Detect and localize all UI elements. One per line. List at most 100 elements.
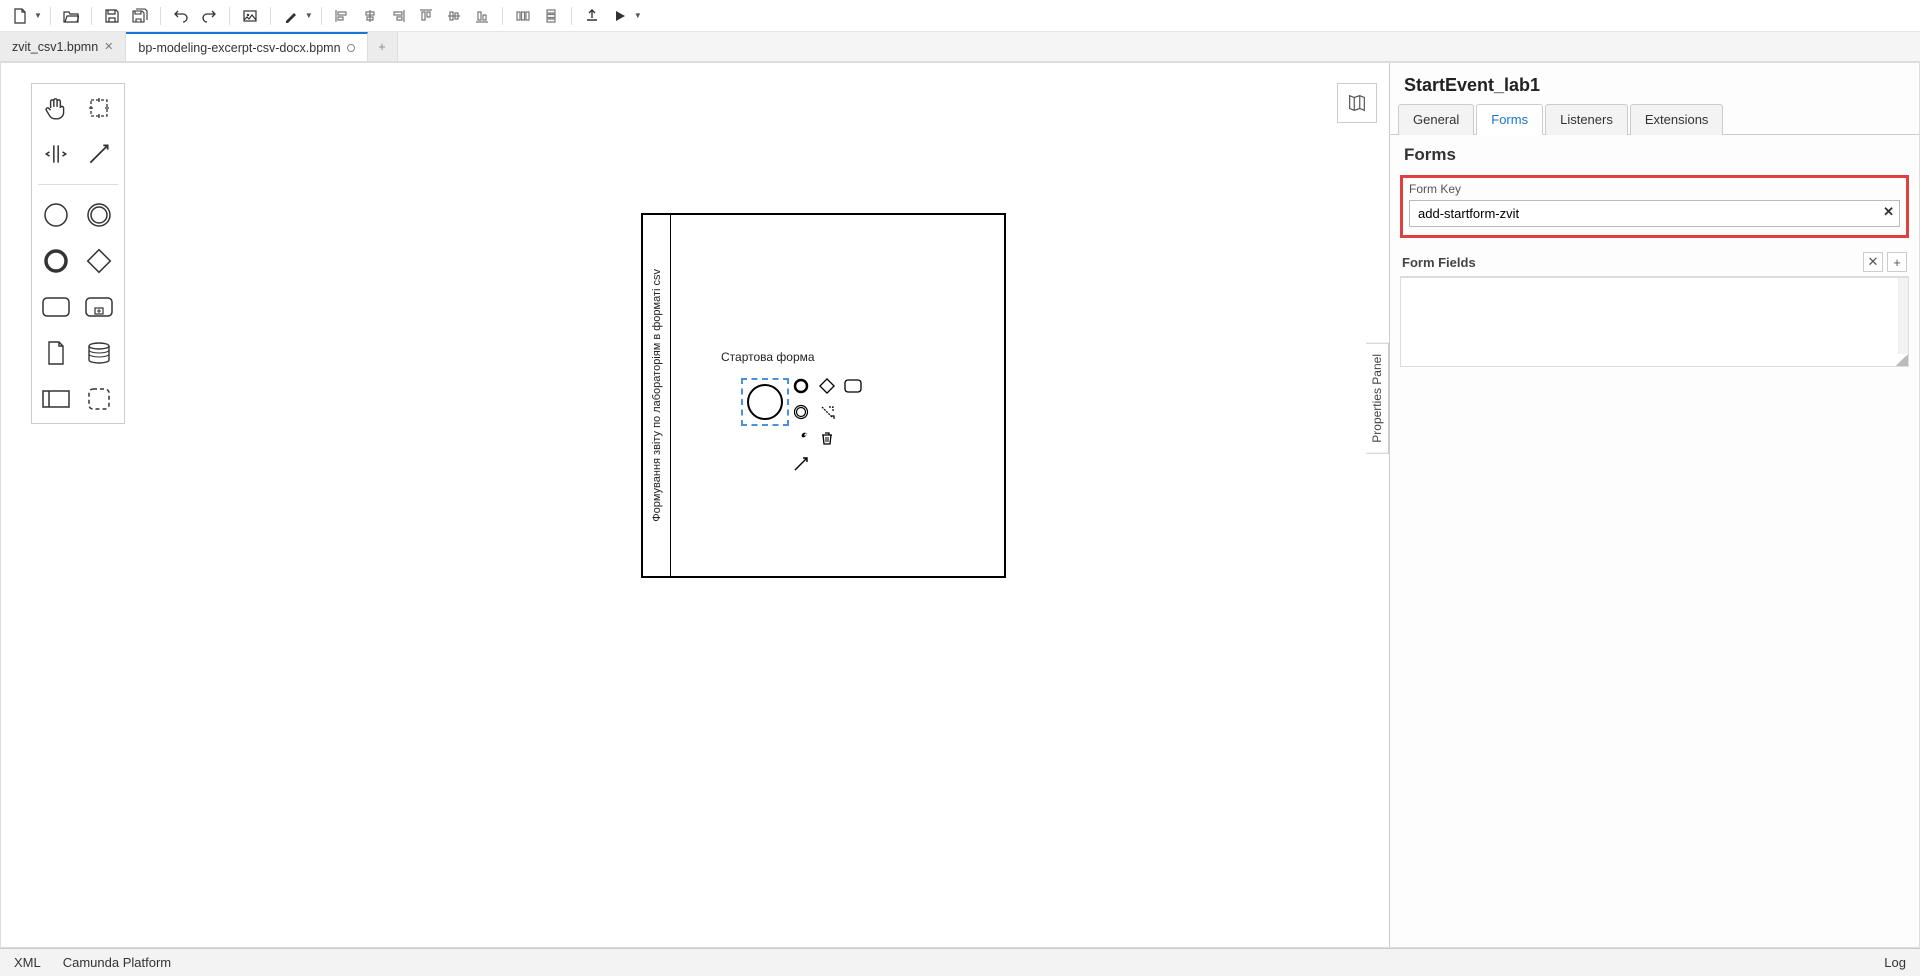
clear-icon[interactable]: ✕	[1883, 204, 1894, 220]
undo-button[interactable]	[169, 4, 193, 28]
tab-label: bp-modeling-excerpt-csv-docx.bpmn	[138, 41, 340, 55]
dirty-indicator-icon	[347, 44, 355, 52]
context-append-gateway[interactable]	[817, 376, 837, 396]
tabs-bar: zvit_csv1.bpmn ✕ bp-modeling-excerpt-csv…	[0, 32, 1920, 62]
align-center-h-button[interactable]	[358, 4, 382, 28]
toolbar-separator	[91, 7, 92, 25]
context-wrench[interactable]	[791, 428, 811, 448]
open-file-button[interactable]	[59, 4, 83, 28]
properties-panel-toggle[interactable]: Properties Panel	[1366, 343, 1389, 454]
new-file-button[interactable]	[8, 4, 32, 28]
panel-tab-extensions[interactable]: Extensions	[1630, 104, 1724, 135]
create-start-event[interactable]	[38, 197, 74, 233]
create-intermediate-event[interactable]	[81, 197, 117, 233]
context-connect[interactable]	[791, 454, 811, 474]
panel-tab-general[interactable]: General	[1398, 104, 1474, 135]
context-append-task[interactable]	[843, 376, 863, 396]
bpmn-pool[interactable]: Формування звіту по лабораторіям в форма…	[641, 213, 1006, 578]
global-connect-tool[interactable]	[81, 136, 117, 172]
deploy-button[interactable]	[580, 4, 604, 28]
bpmn-lane[interactable]: Стартова форма	[671, 215, 1004, 576]
context-annotation[interactable]	[817, 402, 837, 422]
status-xml[interactable]: XML	[14, 955, 41, 970]
minimap-toggle[interactable]	[1337, 83, 1377, 123]
scrollbar[interactable]	[1898, 278, 1908, 354]
tab-label: zvit_csv1.bpmn	[12, 40, 98, 54]
start-event-label: Стартова форма	[721, 350, 815, 364]
pool-label: Формування звіту по лабораторіям в форма…	[643, 215, 671, 576]
toolbar-separator	[571, 7, 572, 25]
context-empty	[843, 402, 863, 422]
canvas[interactable]: Properties Panel Формування звіту по лаб…	[1, 63, 1389, 947]
toolbar-separator	[270, 7, 271, 25]
align-top-button[interactable]	[414, 4, 438, 28]
form-fields-title: Form Fields	[1402, 255, 1476, 270]
start-event[interactable]	[741, 378, 789, 426]
redo-button[interactable]	[197, 4, 221, 28]
align-center-v-button[interactable]	[442, 4, 466, 28]
align-left-button[interactable]	[330, 4, 354, 28]
remove-field-button[interactable]: ✕	[1863, 252, 1883, 272]
form-fields-group: Form Fields ✕ +	[1400, 248, 1909, 367]
pool-label-text: Формування звіту по лабораторіям в форма…	[651, 269, 663, 522]
palette-separator	[38, 184, 118, 185]
toolbar-separator	[502, 7, 503, 25]
color-button[interactable]	[279, 4, 303, 28]
run-caret-icon[interactable]: ▼	[634, 11, 642, 20]
align-bottom-button[interactable]	[470, 4, 494, 28]
create-end-event[interactable]	[38, 243, 74, 279]
tab-file-2[interactable]: bp-modeling-excerpt-csv-docx.bpmn	[126, 32, 367, 61]
align-right-button[interactable]	[386, 4, 410, 28]
new-file-caret-icon[interactable]: ▼	[34, 11, 42, 20]
element-palette	[31, 83, 125, 424]
space-tool[interactable]	[38, 136, 74, 172]
create-gateway[interactable]	[81, 243, 117, 279]
close-icon[interactable]: ✕	[104, 40, 113, 53]
hand-tool[interactable]	[38, 90, 74, 126]
properties-toggle-label: Properties Panel	[1370, 354, 1384, 443]
tab-file-1[interactable]: zvit_csv1.bpmn ✕	[0, 32, 126, 61]
create-group[interactable]	[81, 381, 117, 417]
status-log[interactable]: Log	[1884, 955, 1906, 970]
main-toolbar: ▼ ▼ ▼	[0, 0, 1920, 32]
form-key-input[interactable]	[1409, 200, 1900, 227]
status-platform[interactable]: Camunda Platform	[63, 955, 171, 970]
form-fields-list[interactable]	[1400, 277, 1909, 367]
run-button[interactable]	[608, 4, 632, 28]
start-event-circle-icon	[747, 384, 783, 420]
save-all-button[interactable]	[128, 4, 152, 28]
context-append-end-event[interactable]	[791, 376, 811, 396]
distribute-h-button[interactable]	[511, 4, 535, 28]
context-delete[interactable]	[817, 428, 837, 448]
context-append-intermediate-event[interactable]	[791, 402, 811, 422]
panel-tab-forms[interactable]: Forms	[1476, 104, 1543, 135]
create-data-store[interactable]	[81, 335, 117, 371]
create-task[interactable]	[38, 289, 74, 325]
properties-panel: StartEvent_lab1 General Forms Listeners …	[1389, 63, 1919, 947]
main-area: Properties Panel Формування звіту по лаб…	[0, 62, 1920, 948]
panel-title: StartEvent_lab1	[1390, 63, 1919, 104]
color-caret-icon[interactable]: ▼	[305, 11, 313, 20]
toolbar-separator	[160, 7, 161, 25]
context-pad	[791, 376, 863, 474]
lasso-tool[interactable]	[81, 90, 117, 126]
form-key-label: Form Key	[1409, 182, 1900, 196]
toolbar-separator	[229, 7, 230, 25]
resize-handle[interactable]	[1896, 354, 1908, 366]
save-button[interactable]	[100, 4, 124, 28]
toolbar-separator	[321, 7, 322, 25]
status-bar: XML Camunda Platform Log	[0, 948, 1920, 976]
form-key-group: Form Key ✕	[1400, 175, 1909, 238]
section-title: Forms	[1390, 135, 1919, 171]
image-button[interactable]	[238, 4, 262, 28]
new-tab-button[interactable]: +	[368, 32, 398, 61]
distribute-v-button[interactable]	[539, 4, 563, 28]
context-empty2	[843, 428, 863, 448]
create-pool[interactable]	[38, 381, 74, 417]
add-field-button[interactable]: +	[1887, 252, 1907, 272]
create-subprocess[interactable]	[81, 289, 117, 325]
toolbar-separator	[50, 7, 51, 25]
panel-tab-listeners[interactable]: Listeners	[1545, 104, 1628, 135]
panel-tabs: General Forms Listeners Extensions	[1390, 104, 1919, 135]
create-data-object[interactable]	[38, 335, 74, 371]
